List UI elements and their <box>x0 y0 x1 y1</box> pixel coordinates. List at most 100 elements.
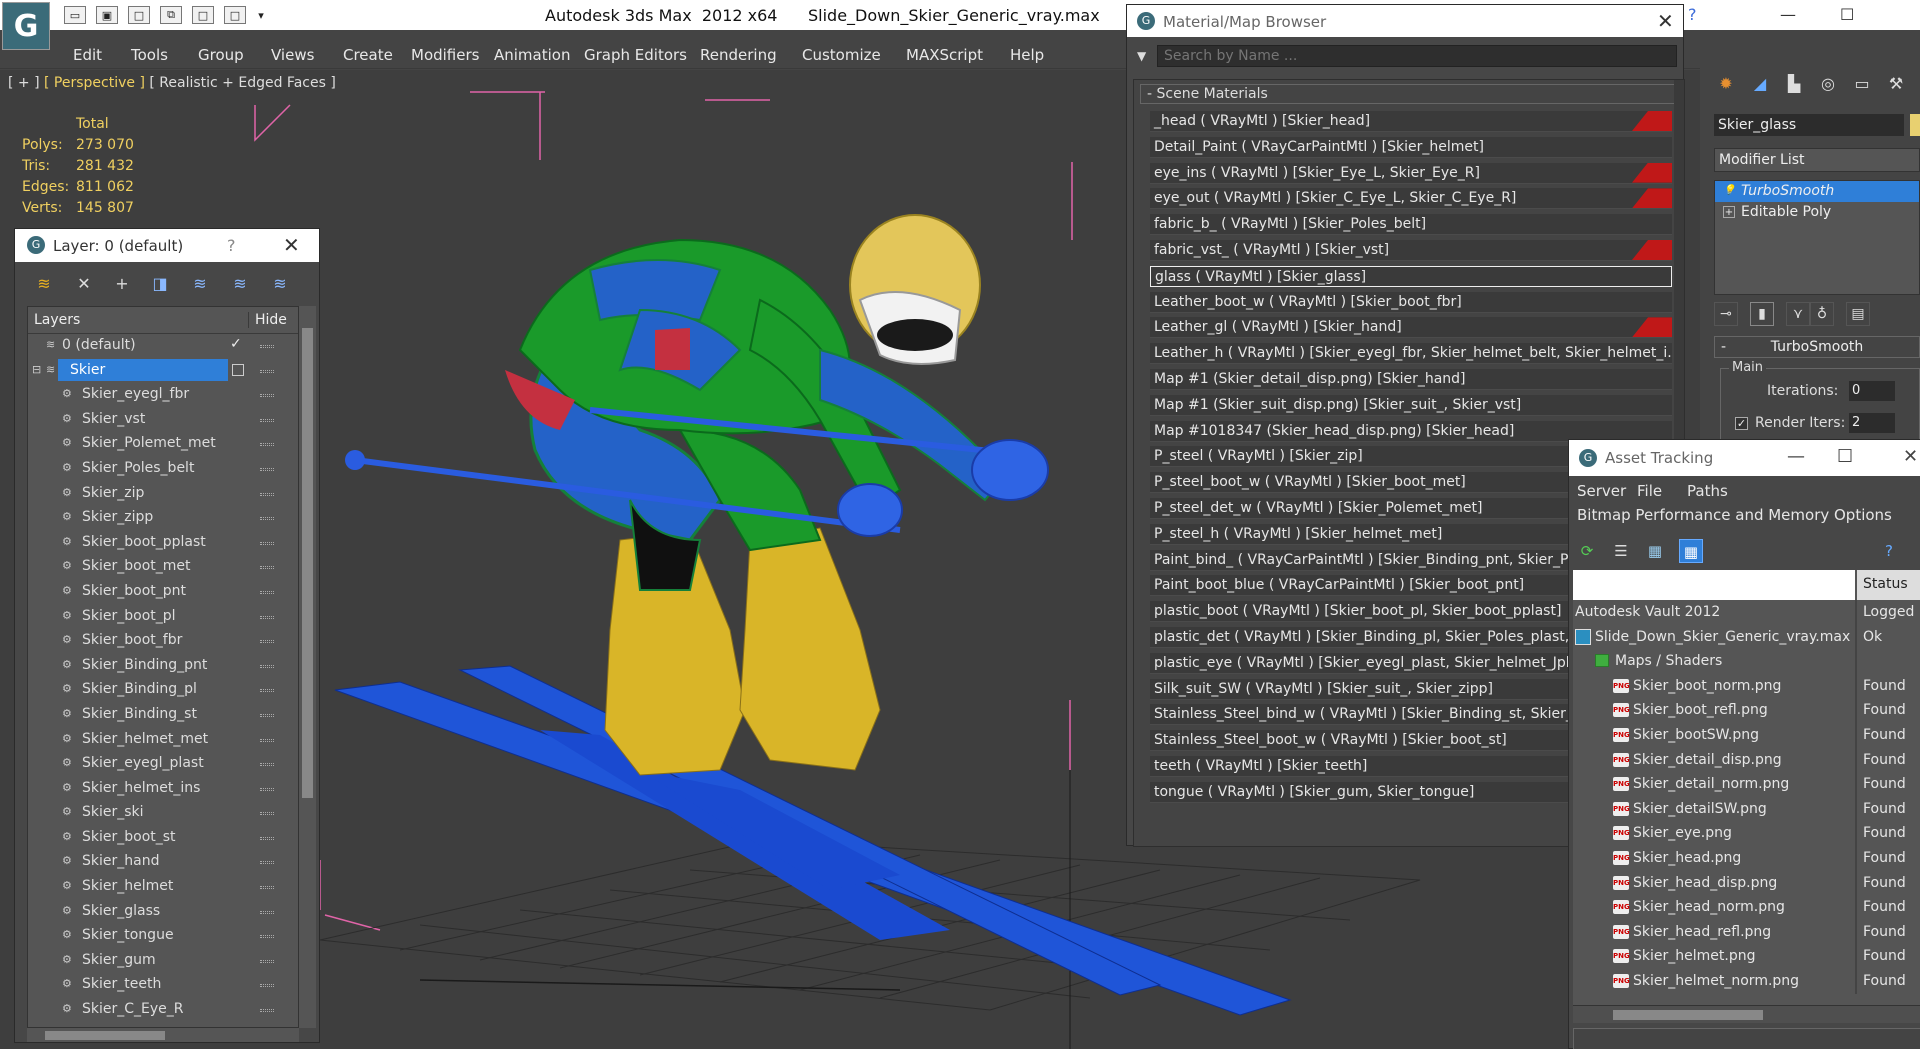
layer-name[interactable]: Skier_Binding_pl <box>82 681 197 697</box>
layer-name[interactable]: Skier_helmet <box>82 878 173 894</box>
hide-toggle[interactable] <box>260 1009 274 1013</box>
open-file-icon[interactable]: ▭ <box>64 6 86 24</box>
hide-all-layers-icon[interactable]: ≋ <box>229 274 251 294</box>
layer-name[interactable]: Skier_hand <box>82 853 159 869</box>
layer-row[interactable]: ⚙ Skier_boot_pnt <box>28 580 298 605</box>
close-icon[interactable]: ✕ <box>283 233 300 257</box>
close-icon[interactable]: ✕ <box>1903 446 1918 467</box>
delete-layer-icon[interactable]: ✕ <box>73 274 95 294</box>
menu-views[interactable]: Views <box>271 46 314 64</box>
scene-materials-group[interactable]: - Scene Materials <box>1140 84 1676 104</box>
layer-row[interactable]: ⚙ Skier_boot_st <box>28 826 298 851</box>
iterations-spinner[interactable]: 0 <box>1849 381 1895 401</box>
add-to-layer-icon[interactable]: + <box>111 274 133 294</box>
hide-toggle[interactable] <box>260 418 274 422</box>
column-status[interactable]: Status <box>1857 570 1920 600</box>
material-list-item[interactable]: Detail_Paint ( VRayCarPaintMtl ) [Skier_… <box>1150 136 1672 158</box>
asset-row[interactable]: Maps / Shaders <box>1573 649 1920 674</box>
hide-toggle[interactable] <box>260 664 274 668</box>
layer-row[interactable]: ⚙ Skier_glass <box>28 900 298 925</box>
layer-row[interactable]: ⚙ Skier_Polemet_met <box>28 432 298 457</box>
render-iters-checkbox[interactable]: ✓ <box>1735 417 1748 430</box>
layer-name[interactable]: Skier_eyegl_plast <box>82 755 204 771</box>
hide-toggle[interactable] <box>260 886 274 890</box>
menu-maxscript[interactable]: MAXScript <box>906 46 983 64</box>
help-icon[interactable]: ? <box>1877 539 1901 563</box>
layer-row[interactable]: ⚙ Skier_helmet_met <box>28 728 298 753</box>
layer-row[interactable]: ⚙ Skier_C_Eye_R <box>28 998 298 1023</box>
material-list-item[interactable]: Map #1 (Skier_detail_disp.png) [Skier_ha… <box>1150 369 1672 390</box>
menu-edit[interactable]: Edit <box>73 46 102 64</box>
layer-row[interactable]: ⚙ Skier_zipp <box>28 506 298 531</box>
layer-list[interactable]: Layers Hide ≋ 0 (default) ✓ ⊟ ≋ Skier ⚙ Skier_e… <box>27 306 299 1028</box>
layer-list-hscrollbar[interactable] <box>27 1028 299 1042</box>
hide-toggle[interactable] <box>260 787 274 791</box>
render-iters-spinner[interactable]: 2 <box>1849 413 1895 433</box>
menu-file[interactable]: File <box>1637 482 1662 500</box>
hide-toggle[interactable] <box>260 935 274 939</box>
hide-toggle[interactable] <box>260 812 274 816</box>
material-list-item[interactable]: glass ( VRayMtl ) [Skier_glass] <box>1150 265 1672 287</box>
menu-animation[interactable]: Animation <box>494 46 570 64</box>
asset-row[interactable]: PNG Skier_boot_norm.png Found <box>1573 673 1920 699</box>
hide-toggle[interactable] <box>260 394 274 398</box>
layer-name[interactable]: Skier_Poles_belt <box>82 460 194 476</box>
layer-row[interactable]: ⚙ Skier_helmet_ins <box>28 777 298 802</box>
layer-name[interactable]: Skier_boot_pl <box>82 608 176 624</box>
layer-name[interactable]: Skier_boot_fbr <box>82 632 182 648</box>
hide-toggle[interactable] <box>260 443 274 447</box>
layer-row[interactable]: ⚙ Skier_vst <box>28 408 298 433</box>
modifier-stack[interactable]: 💡 TurboSmooth + Editable Poly <box>1714 180 1920 295</box>
pin-stack-icon[interactable]: ⊸ <box>1714 302 1738 326</box>
asset-row[interactable]: PNG Skier_bootSW.png Found <box>1573 722 1920 748</box>
object-name-field[interactable]: Skier_glass <box>1714 114 1904 136</box>
layer-row[interactable]: ⚙ Skier_ski <box>28 801 298 826</box>
modifier-list-dropdown[interactable]: Modifier List <box>1714 148 1920 172</box>
layer-row[interactable]: ⚙ Skier_eyegl_fbr <box>28 383 298 408</box>
layer-row[interactable]: ⊟ ≋ Skier <box>28 358 298 384</box>
asset-row[interactable]: PNG Skier_helmet_norm.png Found <box>1573 968 1920 994</box>
stack-item-editable-poly[interactable]: + Editable Poly <box>1715 202 1919 223</box>
remove-modifier-icon[interactable]: ♁ <box>1810 302 1834 326</box>
maximize-icon[interactable]: ☐ <box>1840 5 1854 24</box>
asset-hscrollbar[interactable] <box>1573 1005 1920 1023</box>
menu-modifiers[interactable]: Modifiers <box>411 46 479 64</box>
lightbulb-icon[interactable]: 💡 <box>1723 185 1735 197</box>
menu-options[interactable]: Options <box>1834 506 1892 524</box>
help-icon[interactable]: ? <box>227 236 236 255</box>
layer-name[interactable]: Skier_Binding_st <box>82 706 197 722</box>
menu-rendering[interactable]: Rendering <box>700 46 777 64</box>
layer-row[interactable]: ⚙ Skier_boot_fbr <box>28 629 298 654</box>
layer-name[interactable]: Skier_zip <box>82 485 144 501</box>
save-icon[interactable]: ▣ <box>96 6 118 24</box>
hide-toggle[interactable] <box>260 369 274 373</box>
layer-name[interactable]: 0 (default) <box>62 337 136 353</box>
asset-table[interactable]: Status Autodesk Vault 2012 Logged Slide_Do… <box>1573 570 1920 1005</box>
material-list-item[interactable]: Map #1 (Skier_suit_disp.png) [Skier_suit… <box>1150 394 1672 416</box>
menu-graph-editors[interactable]: Graph Editors <box>584 46 687 64</box>
minimize-icon[interactable]: — <box>1780 5 1796 24</box>
layer-row[interactable]: ≋ 0 (default) ✓ <box>28 334 298 359</box>
layer-row[interactable]: ⚙ Skier_tongue <box>28 924 298 949</box>
hold-icon[interactable]: □ <box>192 6 214 24</box>
expand-icon[interactable]: + <box>1723 206 1735 218</box>
current-layer-check-icon[interactable]: ✓ <box>230 336 242 352</box>
material-list-item[interactable]: Leather_boot_w ( VRayMtl ) [Skier_boot_f… <box>1150 291 1672 313</box>
layer-row[interactable]: ⚙ Skier_gum <box>28 949 298 974</box>
select-objects-icon[interactable]: ◨ <box>149 274 171 294</box>
layer-name[interactable]: Skier_helmet_met <box>82 731 208 747</box>
material-list-item[interactable]: Leather_gl ( VRayMtl ) [Skier_hand] <box>1150 317 1672 339</box>
column-hide[interactable]: Hide <box>248 312 287 328</box>
viewport-label[interactable]: [ + ] [ Perspective ] [ Realistic + Edge… <box>8 75 336 91</box>
motion-tab-icon[interactable]: ◎ <box>1816 74 1840 98</box>
layer-name[interactable]: Skier_glass <box>82 903 160 919</box>
layer-row[interactable]: ⚙ Skier_Binding_pl <box>28 678 298 703</box>
viewport-view-name[interactable]: [ Perspective ] <box>44 75 145 91</box>
layer-name[interactable]: Skier_tongue <box>82 927 174 943</box>
layer-dialog-titlebar[interactable]: G Layer: 0 (default) ? ✕ <box>15 229 319 262</box>
hide-toggle[interactable] <box>260 615 274 619</box>
layer-row[interactable]: ⚙ Skier_Binding_st <box>28 703 298 728</box>
hide-toggle[interactable] <box>260 640 274 644</box>
material-list-item[interactable]: _head ( VRayMtl ) [Skier_head] <box>1150 111 1672 132</box>
asset-row[interactable]: PNG Skier_helmet.png Found <box>1573 944 1920 969</box>
